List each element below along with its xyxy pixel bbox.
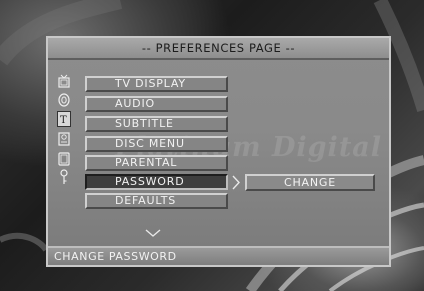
page-title: -- PREFERENCES PAGE -- [48, 38, 389, 60]
disc-menu-icon [58, 132, 70, 146]
scroll-down-icon[interactable] [145, 229, 161, 237]
menu-item-parental[interactable]: PARENTAL [85, 155, 228, 171]
menu-item-audio[interactable]: AUDIO [85, 96, 228, 112]
status-text: CHANGE PASSWORD [48, 246, 389, 265]
svg-text:T: T [60, 115, 67, 126]
tv-icon [58, 74, 70, 88]
menu-item-subtitle[interactable]: SUBTITLE [85, 116, 228, 132]
menu-item-disc-menu[interactable]: DISC MENU [85, 136, 228, 152]
menu-item-defaults[interactable]: DEFAULTS [85, 193, 228, 209]
change-password-button[interactable]: CHANGE [245, 174, 375, 191]
speaker-icon [58, 93, 70, 107]
preferences-panel: -- PREFERENCES PAGE -- Platinum Digital … [46, 36, 391, 267]
subtitle-icon: T [57, 111, 71, 127]
menu-item-tv-display[interactable]: TV DISPLAY [85, 76, 228, 92]
parental-icon [58, 152, 70, 166]
menu-item-password[interactable]: PASSWORD [85, 174, 228, 190]
submenu-arrow-icon [232, 175, 240, 190]
key-icon [60, 169, 68, 184]
